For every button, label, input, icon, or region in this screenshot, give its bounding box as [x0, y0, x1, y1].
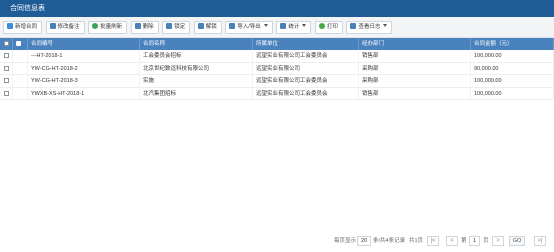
- lock-icon: [166, 23, 173, 29]
- cell-name: 实施: [140, 75, 253, 87]
- refresh-icon: [92, 23, 99, 29]
- total-pages-text: 共1页: [409, 238, 424, 244]
- page-size-input[interactable]: 20: [357, 236, 371, 246]
- chevron-down-icon: [383, 24, 388, 27]
- table-row[interactable]: ---HT-2018-1 工会委员会招标 远望实业有限公司工会委员会 销售部 1…: [0, 50, 554, 63]
- cell-name: 北汽集团招标: [140, 87, 253, 99]
- per-page-label: 每页显示: [334, 238, 357, 244]
- batch-refresh-button[interactable]: 批量刷新: [88, 21, 128, 34]
- contract-table: 合同编号 合同名称 所属单位 经办部门 合同金额（元） ---HT-2018-1…: [0, 38, 554, 100]
- column-header-dept[interactable]: 经办部门: [359, 38, 471, 50]
- table-row[interactable]: YW-CG-HT-2018-3 实施 远望实业有限公司工会委员会 采购部 100…: [0, 75, 554, 88]
- prev-page-button[interactable]: <: [446, 236, 458, 246]
- page-prefix: 第: [461, 238, 467, 244]
- row-checkbox[interactable]: [4, 65, 9, 71]
- cell-unit: 远望实业有限公司工会委员会: [253, 50, 359, 62]
- cell-unit: 远望实业有限公司工会委员会: [253, 87, 359, 99]
- table-header: 合同编号 合同名称 所属单位 经办部门 合同金额（元）: [0, 38, 554, 50]
- go-button[interactable]: GO: [509, 236, 525, 246]
- records-text: 条/共4条记录: [373, 238, 406, 244]
- delete-button[interactable]: 删除: [130, 21, 159, 34]
- pagination-bar: 每页显示 20 条/共4条记录 共1页 |< < 第 1 页 > GO >|: [0, 234, 554, 248]
- cell-amount: 90,000.00: [471, 62, 554, 74]
- view-log-button[interactable]: 查看日志: [346, 21, 393, 34]
- log-icon: [350, 23, 357, 29]
- cell-code: YW-CG-HT-2018-3: [28, 75, 140, 87]
- select-all-checkbox[interactable]: [4, 41, 9, 46]
- unlock-icon: [197, 23, 204, 29]
- lock-button[interactable]: 锁定: [162, 21, 191, 34]
- statistics-button[interactable]: 统计: [276, 21, 312, 34]
- toolbar: 新增合同 修改备注 批量刷新 删除 锁定 解锁 导入/导出 统计 打印 查看日志: [0, 17, 554, 38]
- add-contract-button[interactable]: 新增合同: [3, 21, 43, 34]
- cell-amount: 100,000.00: [471, 87, 554, 99]
- table-row[interactable]: YWXB-XS-HT-2018-1 北汽集团招标 远望实业有限公司工会委员会 销…: [0, 87, 554, 100]
- row-checkbox[interactable]: [4, 90, 9, 96]
- table-row[interactable]: YW-CG-HT-2018-2 北京世纪数远科技有限公司 远望实业有限公司 采购…: [0, 62, 554, 75]
- lock-icon: [16, 41, 21, 46]
- window-title: 合同信息表: [0, 0, 554, 17]
- statistics-icon: [280, 23, 287, 29]
- column-header-amount[interactable]: 合同金额（元）: [471, 38, 554, 50]
- cell-name: 北京世纪数远科技有限公司: [140, 62, 253, 74]
- next-page-button[interactable]: >: [492, 236, 504, 246]
- add-icon: [7, 23, 13, 29]
- cell-amount: 100,000.00: [471, 75, 554, 87]
- current-page-input[interactable]: 1: [469, 236, 480, 246]
- lock-column-header: [13, 38, 28, 50]
- print-icon: [318, 23, 325, 29]
- edit-remark-button[interactable]: 修改备注: [45, 21, 85, 34]
- first-page-button[interactable]: |<: [427, 236, 439, 246]
- page-suffix: 页: [483, 238, 489, 244]
- delete-icon: [134, 23, 141, 29]
- column-header-code[interactable]: 合同编号: [28, 38, 140, 50]
- select-all-cell: [0, 38, 13, 50]
- import-export-button[interactable]: 导入/导出: [225, 21, 273, 34]
- row-checkbox[interactable]: [4, 78, 9, 83]
- cell-dept: 采购部: [359, 75, 471, 87]
- lock-cell: [13, 50, 28, 62]
- column-header-name[interactable]: 合同名称: [140, 38, 253, 50]
- lock-cell: [13, 75, 28, 87]
- row-checkbox[interactable]: [4, 53, 9, 58]
- column-header-unit[interactable]: 所属单位: [253, 38, 359, 50]
- unlock-button[interactable]: 解锁: [193, 21, 222, 34]
- cell-unit: 远望实业有限公司工会委员会: [253, 75, 359, 87]
- cell-code: YWXB-XS-HT-2018-1: [28, 87, 140, 99]
- lock-cell: [13, 62, 28, 74]
- cell-code: ---HT-2018-1: [28, 50, 140, 62]
- cell-dept: 采购部: [359, 62, 471, 74]
- chevron-down-icon: [263, 24, 268, 27]
- cell-dept: 销售部: [359, 87, 471, 99]
- lock-cell: [13, 87, 28, 99]
- cell-name: 工会委员会招标: [140, 50, 253, 62]
- edit-icon: [49, 23, 56, 29]
- cell-dept: 销售部: [359, 50, 471, 62]
- import-export-icon: [229, 23, 236, 29]
- cell-amount: 100,000.00: [471, 50, 554, 62]
- print-button[interactable]: 打印: [314, 21, 343, 34]
- cell-unit: 远望实业有限公司: [253, 62, 359, 74]
- last-page-button[interactable]: >|: [534, 236, 546, 246]
- cell-code: YW-CG-HT-2018-2: [28, 62, 140, 74]
- chevron-down-icon: [302, 24, 307, 27]
